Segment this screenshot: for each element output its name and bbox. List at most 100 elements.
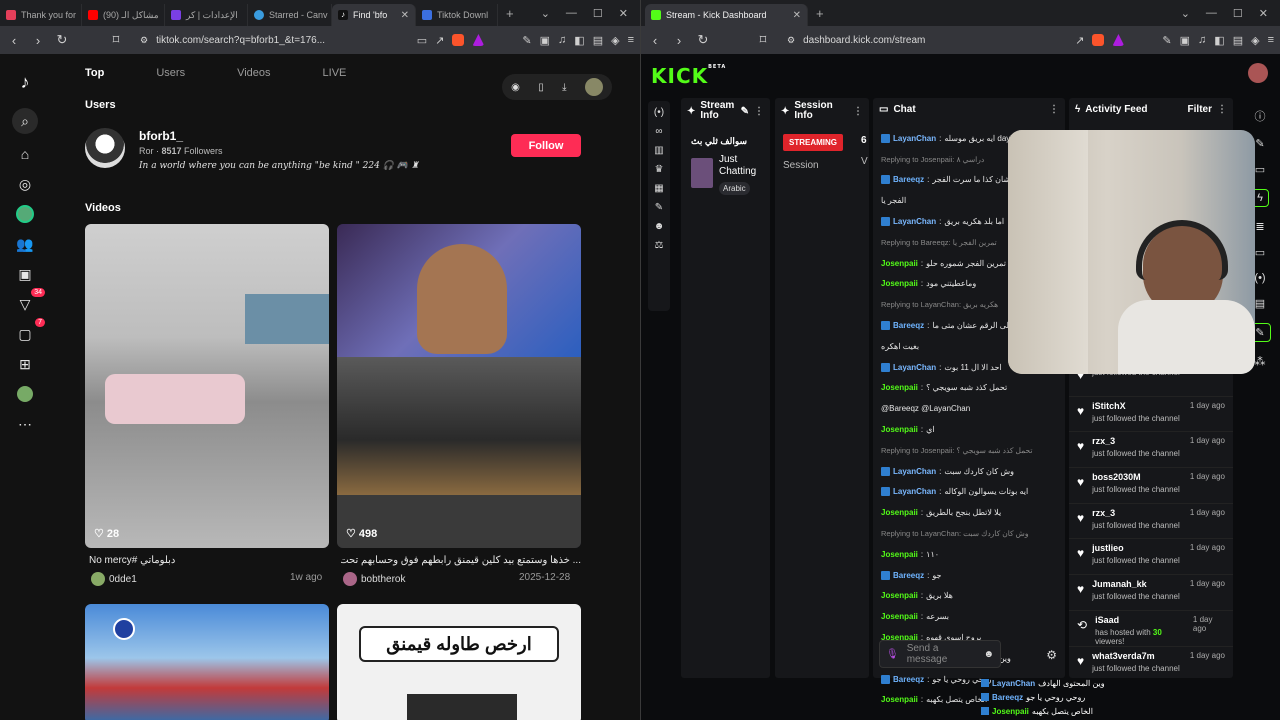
media-icon[interactable]: ♫	[558, 34, 566, 46]
activity-username[interactable]: iSaad	[1095, 615, 1185, 625]
chat-message[interactable]: Josenpaii: تحمل كذد شبه سويجي ؟	[881, 378, 1057, 399]
new-tab-icon[interactable]: +	[498, 6, 522, 21]
chat-username[interactable]: Josenpaii	[881, 550, 918, 559]
info-icon[interactable]: ⓘ	[1255, 108, 1266, 124]
bookmark-icon[interactable]: ⌑	[108, 32, 124, 48]
activity-item[interactable]: ♥ justlieo just followed the channel 1 day …	[1069, 538, 1233, 574]
chat-username[interactable]: Josenpaii	[881, 425, 918, 434]
close-tab-icon[interactable]: ✕	[395, 10, 409, 21]
close-window-icon[interactable]: ✕	[1259, 7, 1268, 20]
address-bar[interactable]: ⚙ dashboard.kick.com/stream	[779, 30, 1067, 50]
video-caption[interactable]: ... خذها وستمتع بيد كلين قيمنق رابطهم فو…	[341, 555, 581, 566]
folder-icon[interactable]: ▭	[1255, 163, 1265, 176]
activity-username[interactable]: Jumanah_kk	[1092, 579, 1180, 589]
list-icon[interactable]: ≣	[1255, 220, 1264, 233]
trophy-icon[interactable]: ♛	[655, 164, 664, 175]
chat-message[interactable]: Josenpaii: بسرعه	[881, 606, 1057, 627]
user-name[interactable]: bforb1_	[139, 129, 183, 143]
chat-message[interactable]: Josenpaii: هلا بريق	[881, 586, 1057, 607]
video-card[interactable]: ارخص طاوله قيمنق	[337, 604, 581, 720]
reload-icon[interactable]: ↻	[54, 32, 70, 48]
sidebar-icon[interactable]: ◧	[574, 34, 584, 47]
explore-icon[interactable]: ◎	[13, 172, 37, 196]
chat-username[interactable]: Josenpaii	[881, 259, 918, 268]
chat-username[interactable]: Josenpaii	[881, 279, 918, 288]
chat-message[interactable]: LayanChan: ايه بوتات يسوالون الوكاله	[881, 482, 1057, 503]
video-card[interactable]	[85, 604, 329, 720]
more-icon[interactable]: ⋯	[13, 412, 37, 436]
chat-username[interactable]: Josenpaii	[881, 383, 918, 392]
extensions-icon[interactable]: ✎	[1162, 34, 1171, 47]
chat-username[interactable]: Bareeqz	[893, 175, 924, 184]
upload-icon[interactable]: ⊞	[13, 352, 37, 376]
reload-icon[interactable]: ↻	[695, 32, 711, 48]
wrench-icon[interactable]: ✎	[655, 202, 663, 213]
nodes-icon[interactable]: ⁂	[1255, 355, 1266, 368]
video-caption[interactable]: دبلوماتي #No mercy	[89, 555, 329, 566]
minimize-icon[interactable]: —	[1206, 7, 1217, 20]
chat-message[interactable]: Josenpaii: اي	[881, 419, 1057, 440]
chat-username[interactable]: LayanChan	[893, 467, 936, 476]
close-window-icon[interactable]: ✕	[619, 7, 628, 20]
layout-icon[interactable]: ▤	[1255, 297, 1265, 310]
profile-avatar[interactable]	[1248, 63, 1268, 83]
home-icon[interactable]: ⌂	[13, 142, 37, 166]
activity-username[interactable]: rzx_3	[1092, 436, 1180, 446]
more-icon[interactable]: ⋮	[853, 106, 863, 117]
activity-username[interactable]: boss2030M	[1092, 472, 1180, 482]
activity-username[interactable]: justlieo	[1092, 543, 1180, 553]
tiktok-logo-icon[interactable]: ♪	[13, 70, 37, 94]
vpn-icon[interactable]: ◈	[1251, 34, 1259, 47]
chat-username[interactable]: Bareeqz	[893, 571, 924, 580]
activity-username[interactable]: rzx_3	[1092, 508, 1180, 518]
chat-input[interactable]: 🎙 Send a message ☻	[879, 640, 1001, 668]
maximize-icon[interactable]: ☐	[593, 7, 603, 20]
activity-icon[interactable]: ▽ 34	[13, 288, 45, 316]
menu-icon[interactable]: ≡	[628, 34, 634, 46]
moderation-icon[interactable]: ⚖	[655, 240, 664, 251]
new-tab-icon[interactable]: +	[808, 6, 832, 21]
compass-icon[interactable]: ◉	[511, 82, 520, 93]
browser-tab-active[interactable]: ♪ Find 'bfo ✕	[332, 4, 416, 26]
chevron-down-icon[interactable]: ⌄	[541, 7, 550, 20]
more-icon[interactable]: ⋮	[1217, 104, 1227, 115]
emoji-icon[interactable]: ☻	[983, 649, 994, 660]
back-icon[interactable]: ‹	[647, 33, 663, 48]
site-info-icon[interactable]: ⚙	[787, 35, 795, 46]
activity-username[interactable]: iStitchX	[1092, 401, 1180, 411]
vpn-icon[interactable]: ◈	[611, 34, 619, 47]
brave-rewards-icon[interactable]	[472, 34, 485, 46]
sidebar-icon[interactable]: ◧	[1214, 34, 1224, 47]
screenshot-icon[interactable]: ▣	[1180, 34, 1190, 47]
account-avatar[interactable]	[584, 78, 603, 96]
chat-message[interactable]: Replying to Josenpaii: تحمل كذد شبه سويج…	[881, 440, 1057, 461]
more-icon[interactable]: ⋮	[1049, 104, 1059, 115]
chat-settings-icon[interactable]: ⚙	[1046, 648, 1057, 662]
download-icon[interactable]: ⤓	[562, 82, 566, 93]
share-icon[interactable]: ↗	[435, 34, 444, 47]
users-icon[interactable]: ☻	[654, 221, 665, 232]
address-bar[interactable]: ⚙ tiktok.com/search?q=bforb1_&t=176...	[132, 30, 409, 50]
edit-icon[interactable]: ✎	[741, 106, 749, 117]
brave-shield-icon[interactable]	[1092, 34, 1105, 46]
video-author[interactable]: 0dde1	[91, 572, 137, 586]
menu-icon[interactable]: ≡	[1268, 34, 1274, 46]
forward-icon[interactable]: ›	[671, 33, 687, 48]
site-info-icon[interactable]: ⚙	[140, 35, 148, 46]
extensions-icon[interactable]: ✎	[522, 34, 531, 47]
chat-message[interactable]: LayanChan: وش كان كاردك سبت	[881, 461, 1057, 482]
activity-item[interactable]: ♥ iStitchX just followed the channel 1 day …	[1069, 395, 1233, 432]
cast-icon[interactable]: ▭	[417, 34, 427, 47]
video-card[interactable]: ♡ 28	[85, 224, 329, 548]
chat-bubble-icon[interactable]: ▭	[1255, 246, 1265, 259]
microphone-icon[interactable]: 🎙	[886, 649, 899, 660]
pin-icon[interactable]: ✦	[781, 106, 789, 117]
tab-users[interactable]: Users	[156, 67, 185, 79]
activity-item[interactable]: ⟲ iSaad has hosted with 30 viewers! 1 day a…	[1069, 609, 1233, 646]
share-icon[interactable]: ↗	[1075, 34, 1084, 47]
profile-avatar-icon[interactable]	[13, 382, 37, 406]
live-icon[interactable]: ▣	[13, 262, 37, 286]
browser-tab[interactable]: Tiktok Downl	[416, 4, 498, 26]
chat-username[interactable]: Josenpaii	[881, 695, 918, 704]
filter-button[interactable]: Filter	[1188, 104, 1212, 115]
